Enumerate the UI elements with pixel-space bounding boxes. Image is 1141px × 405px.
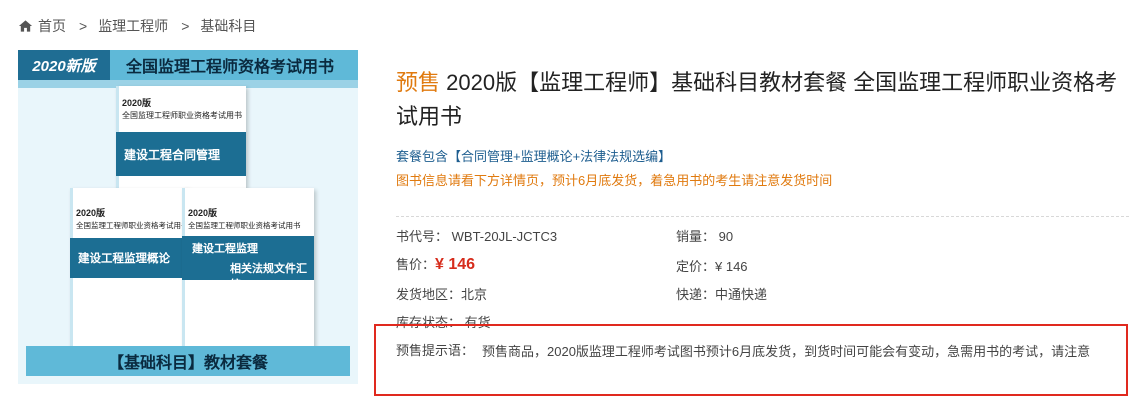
express-label: 快递： [676,287,716,302]
sale-price: 售价：¥ 146 [396,254,475,274]
breadcrumb: 首页 > 监理工程师 > 基础科目 [18,16,256,36]
book-year: 2020版 [76,208,106,218]
breadcrumb-separator: > [181,18,190,34]
book-series: 全国监理工程师职业资格考试用书 [76,221,189,230]
sales-value: 90 [718,229,734,244]
presale-tag: 预售 [396,70,441,95]
product-title: 预售 2020版【监理工程师】基础科目教材套餐 全国监理工程师职业资格考试用书 [396,66,1126,134]
ship-region: 发货地区：北京 [396,284,487,303]
cover-footer-banner: 【基础科目】教材套餐 [26,346,350,376]
sales-count: 销量： 90 [676,226,733,245]
book-series: 全国监理工程师职业资格考试用书 [122,111,242,120]
sales-label: 销量： [676,229,716,244]
product-title-text: 2020版【监理工程师】基础科目教材套餐 全国监理工程师职业资格考试用书 [396,70,1118,129]
new-edition-tag: 2020新版 [18,50,110,80]
book-series: 全国监理工程师职业资格考试用书 [188,221,301,230]
breadcrumb-separator: > [79,18,88,34]
presale-tip-box: 预售提示语： 预售商品，2020版监理工程师考试图书预计6月底发货，到货时间可能… [374,324,1128,396]
price-label: 售价： [396,257,436,272]
region-value: 北京 [461,287,488,302]
book-title: 建设工程合同管理 [116,132,246,176]
book-cover-overview: 2020版 全国监理工程师职业资格考试用书 建设工程监理概论 [70,188,189,356]
presale-tip-text: 预售商品，2020版监理工程师考试图书预计6月底发货，到货时间可能会有变动，急需… [482,344,1091,359]
book-title: 建设工程监理概论 [70,238,188,278]
book-code-value: WBT-20JL-JCTC3 [451,229,558,244]
breadcrumb-level1[interactable]: 监理工程师 [98,16,168,36]
home-icon [18,20,33,32]
book-year: 2020版 [188,208,218,218]
breadcrumb-home[interactable]: 首页 [38,16,66,36]
book-code: 书代号： WBT-20JL-JCTC3 [396,226,557,245]
book-year: 2020版 [122,98,152,108]
divider [396,216,1129,217]
product-image[interactable]: 2020新版 全国监理工程师资格考试用书 2020版 全国监理工程师职业资格考试… [18,50,358,384]
express-value: 中通快递 [715,287,768,302]
breadcrumb-level2[interactable]: 基础科目 [200,16,256,36]
product-info: 预售 2020版【监理工程师】基础科目教材套餐 全国监理工程师职业资格考试用书 … [396,66,1126,191]
list-price: 定价：¥ 146 [676,259,748,274]
price-value: ¥ 146 [435,256,476,273]
book-code-label: 书代号： [396,229,449,244]
presale-tip-label: 预售提示语： [396,343,475,358]
package-contents: 套餐包含【合同管理+监理概论+法律法规选编】 [396,149,672,164]
cover-tagline: 全国监理工程师资格考试用书 [110,50,358,80]
region-label: 发货地区： [396,287,462,302]
book-cover-regulations: 2020版 全国监理工程师职业资格考试用书 建设工程监理 相关法规文件汇编 [182,188,314,356]
shipping-notice: 图书信息请看下方详情页，预计6月底发货，着急用书的考生请注意发货时间 [396,173,833,188]
express: 快递：中通快递 [676,284,767,303]
book-subtitle: 相关法规文件汇编 [230,263,307,291]
